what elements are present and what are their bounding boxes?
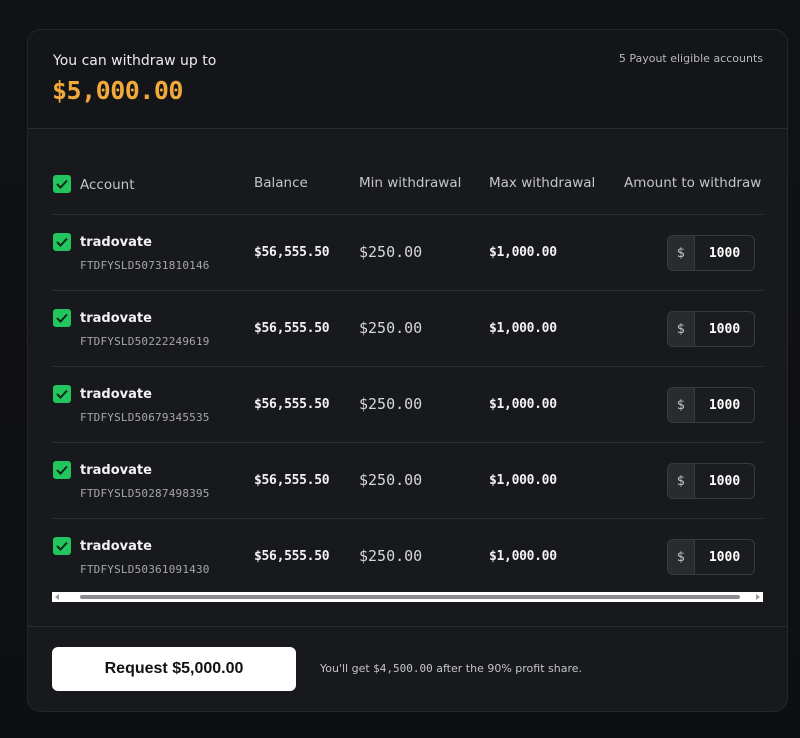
amount-value[interactable]: 1000 (695, 312, 754, 346)
amount-input[interactable]: $ 1000 (667, 235, 755, 271)
scrollbar-thumb[interactable] (80, 595, 740, 599)
check-icon (56, 179, 68, 189)
account-name: tradovate (80, 311, 152, 326)
amount-value[interactable]: 1000 (695, 236, 754, 270)
request-withdrawal-button[interactable]: Request $5,000.00 (52, 647, 296, 691)
select-all-checkbox[interactable] (53, 175, 71, 193)
table-row: tradovate FTDFYSLD50222249619 $56,555.50… (52, 291, 763, 367)
account-balance: $56,555.50 (254, 321, 330, 336)
account-name: tradovate (80, 235, 152, 250)
column-amount-to-withdraw: Amount to withdraw (624, 175, 762, 191)
max-withdrawal: $1,000.00 (489, 397, 557, 412)
row-checkbox[interactable] (53, 309, 71, 327)
account-id: FTDFYSLD50679345535 (80, 411, 210, 424)
account-id: FTDFYSLD50361091430 (80, 563, 210, 576)
column-min-withdrawal: Min withdrawal (359, 175, 462, 191)
check-icon (56, 389, 68, 399)
profit-share-note: You'll get $4,500.00 after the 90% profi… (320, 662, 582, 675)
payout-page: You can withdraw up to $5,000.00 5 Payou… (0, 0, 800, 738)
note-amount: $4,500.00 (373, 662, 433, 675)
currency-prefix: $ (668, 388, 695, 422)
currency-prefix: $ (668, 540, 695, 574)
accounts-table: Account Balance Min withdrawal Max withd… (52, 148, 763, 594)
account-name: tradovate (80, 539, 152, 554)
account-balance: $56,555.50 (254, 549, 330, 564)
account-balance: $56,555.50 (254, 397, 330, 412)
table-row: tradovate FTDFYSLD50361091430 $56,555.50… (52, 519, 763, 594)
min-withdrawal: $250.00 (359, 319, 423, 337)
check-icon (56, 465, 68, 475)
currency-prefix: $ (668, 236, 695, 270)
scroll-right-arrow-icon[interactable] (756, 594, 760, 600)
max-withdrawal: $1,000.00 (489, 549, 557, 564)
row-checkbox[interactable] (53, 385, 71, 403)
currency-prefix: $ (668, 312, 695, 346)
column-max-withdrawal: Max withdrawal (489, 175, 596, 191)
amount-input[interactable]: $ 1000 (667, 311, 755, 347)
account-name: tradovate (80, 463, 152, 478)
amount-value[interactable]: 1000 (695, 464, 754, 498)
column-balance: Balance (254, 175, 308, 191)
max-withdrawal: $1,000.00 (489, 321, 557, 336)
check-icon (56, 237, 68, 247)
table-row: tradovate FTDFYSLD50287498395 $56,555.50… (52, 443, 763, 519)
table-row: tradovate FTDFYSLD50679345535 $56,555.50… (52, 367, 763, 443)
withdraw-limit-amount: $5,000.00 (52, 76, 183, 105)
amount-input[interactable]: $ 1000 (667, 463, 755, 499)
account-balance: $56,555.50 (254, 245, 330, 260)
max-withdrawal: $1,000.00 (489, 245, 557, 260)
currency-prefix: $ (668, 464, 695, 498)
column-account: Account (80, 177, 135, 193)
note-prefix: You'll get (320, 662, 374, 675)
row-checkbox[interactable] (53, 233, 71, 251)
min-withdrawal: $250.00 (359, 471, 423, 489)
account-balance: $56,555.50 (254, 473, 330, 488)
check-icon (56, 313, 68, 323)
row-checkbox[interactable] (53, 537, 71, 555)
check-icon (56, 541, 68, 551)
eligible-accounts-count: 5 Payout eligible accounts (618, 52, 763, 65)
withdraw-footer: Request $5,000.00 You'll get $4,500.00 a… (28, 626, 787, 711)
account-id: FTDFYSLD50287498395 (80, 487, 210, 500)
amount-input[interactable]: $ 1000 (667, 387, 755, 423)
max-withdrawal: $1,000.00 (489, 473, 557, 488)
min-withdrawal: $250.00 (359, 395, 423, 413)
account-id: FTDFYSLD50222249619 (80, 335, 210, 348)
note-suffix: after the 90% profit share. (432, 662, 582, 675)
amount-input[interactable]: $ 1000 (667, 539, 755, 575)
row-checkbox[interactable] (53, 461, 71, 479)
horizontal-scrollbar[interactable] (52, 592, 763, 602)
min-withdrawal: $250.00 (359, 547, 423, 565)
amount-value[interactable]: 1000 (695, 540, 754, 574)
account-name: tradovate (80, 387, 152, 402)
withdraw-summary: You can withdraw up to $5,000.00 5 Payou… (28, 30, 787, 129)
amount-value[interactable]: 1000 (695, 388, 754, 422)
account-id: FTDFYSLD50731810146 (80, 259, 210, 272)
scroll-left-arrow-icon[interactable] (55, 594, 59, 600)
withdraw-card: You can withdraw up to $5,000.00 5 Payou… (27, 29, 788, 712)
table-row: tradovate FTDFYSLD50731810146 $56,555.50… (52, 215, 763, 291)
withdraw-limit-label: You can withdraw up to (53, 53, 217, 69)
table-header: Account Balance Min withdrawal Max withd… (52, 148, 763, 215)
min-withdrawal: $250.00 (359, 243, 423, 261)
